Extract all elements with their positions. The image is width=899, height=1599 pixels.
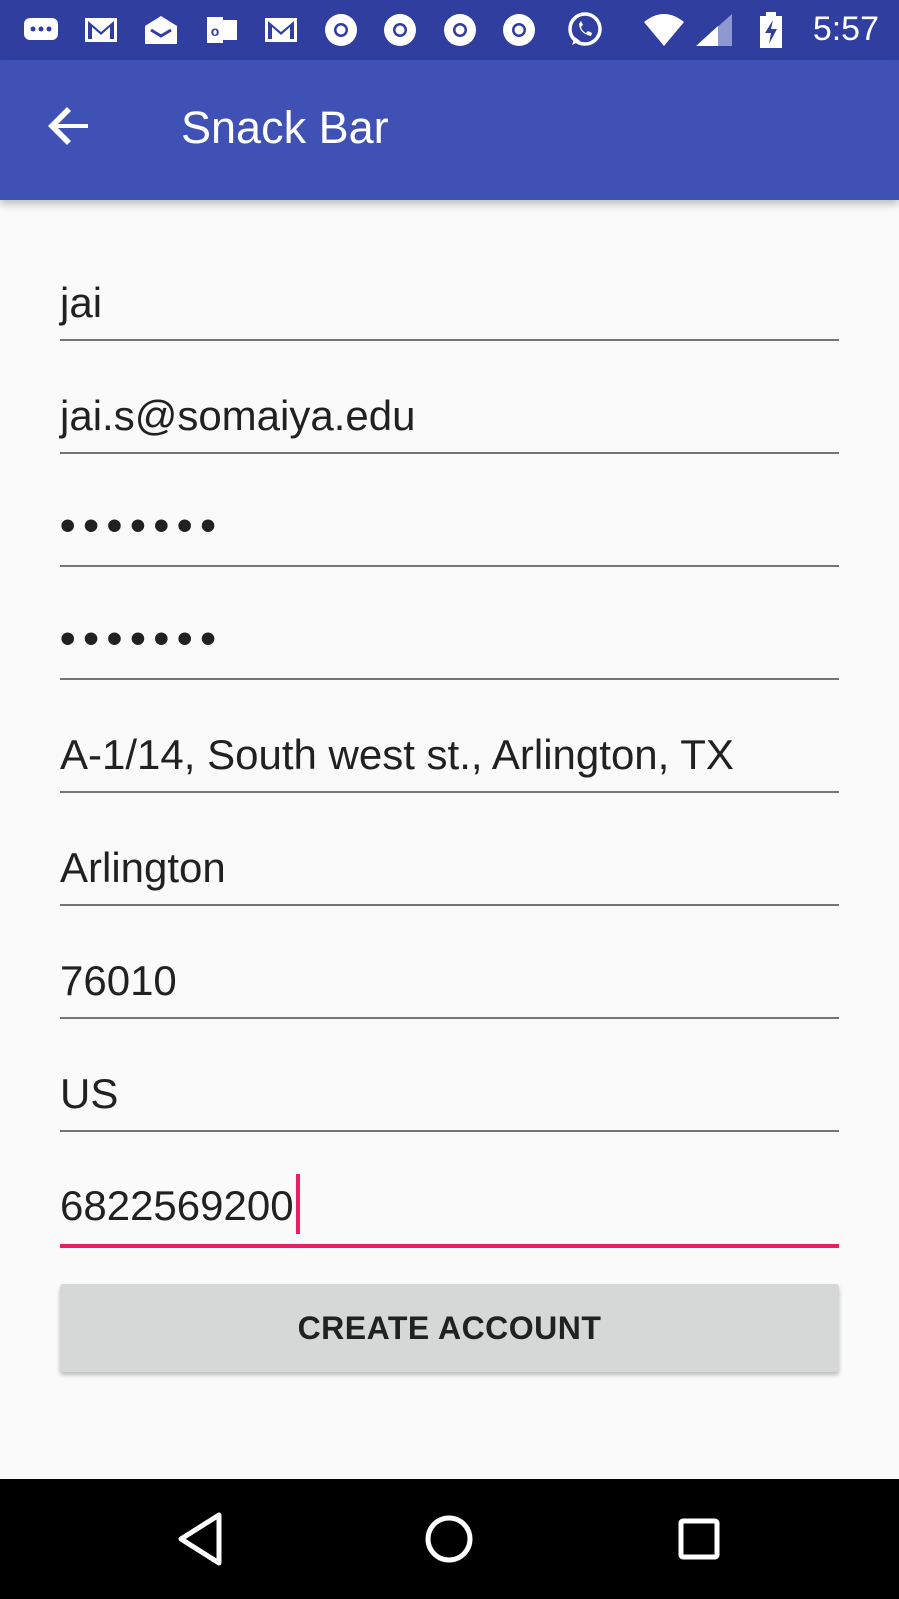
zip-field-value: 76010 bbox=[60, 957, 177, 1004]
wifi-icon bbox=[644, 14, 684, 46]
zip-field[interactable]: 76010 bbox=[60, 937, 839, 1019]
password-field-value: ••••••• bbox=[60, 501, 224, 550]
address-field[interactable]: A-1/14, South west st., Arlington, TX bbox=[60, 711, 839, 793]
registration-form: jai jai.s@somaiya.edu ••••••• ••••••• A-… bbox=[0, 200, 899, 1479]
confirm-password-field-value: ••••••• bbox=[60, 614, 224, 663]
svg-text:o: o bbox=[211, 23, 220, 39]
nav-home-icon[interactable] bbox=[411, 1501, 487, 1577]
city-field-value: Arlington bbox=[60, 844, 226, 891]
gmail-icon bbox=[265, 18, 297, 42]
gmail-icon bbox=[85, 18, 117, 42]
nav-back-icon[interactable] bbox=[163, 1501, 239, 1577]
whatsapp-icon bbox=[568, 12, 602, 46]
status-time: 5:57 bbox=[812, 10, 879, 48]
status-bar: o 5:57 bbox=[0, 0, 899, 60]
chat-bubble-icon bbox=[24, 18, 58, 40]
phone-field[interactable]: 6822569200 bbox=[60, 1164, 839, 1248]
outlook-icon: o bbox=[207, 17, 237, 43]
name-field-value: jai bbox=[60, 279, 103, 326]
email-field-value: jai.s@somaiya.edu bbox=[60, 392, 416, 439]
signal-icon bbox=[696, 14, 732, 46]
page-title: Snack Bar bbox=[181, 102, 389, 153]
nav-recents-icon[interactable] bbox=[661, 1501, 737, 1577]
inbox-icon bbox=[145, 16, 177, 44]
phone-field-value: 6822569200 bbox=[60, 1182, 294, 1229]
email-field[interactable]: jai.s@somaiya.edu bbox=[60, 372, 839, 454]
city-field[interactable]: Arlington bbox=[60, 824, 839, 906]
chrome-icon bbox=[384, 14, 416, 46]
battery-charging-icon bbox=[760, 12, 782, 48]
arrow-back-icon[interactable] bbox=[34, 90, 106, 162]
password-field[interactable]: ••••••• bbox=[60, 485, 839, 567]
address-field-value: A-1/14, South west st., Arlington, TX bbox=[60, 731, 734, 778]
country-field[interactable]: US bbox=[60, 1050, 839, 1132]
country-field-value: US bbox=[60, 1070, 119, 1117]
text-cursor bbox=[295, 1174, 300, 1234]
chrome-icon bbox=[444, 14, 476, 46]
phone-field-value-wrap: 6822569200 bbox=[60, 1174, 300, 1234]
create-account-button[interactable]: CREATE ACCOUNT bbox=[60, 1284, 839, 1372]
app-bar: Snack Bar bbox=[0, 60, 899, 200]
chrome-icon bbox=[503, 14, 535, 46]
system-nav-bar bbox=[0, 1479, 899, 1599]
confirm-password-field[interactable]: ••••••• bbox=[60, 598, 839, 680]
chrome-icon bbox=[325, 14, 357, 46]
name-field[interactable]: jai bbox=[60, 259, 839, 341]
